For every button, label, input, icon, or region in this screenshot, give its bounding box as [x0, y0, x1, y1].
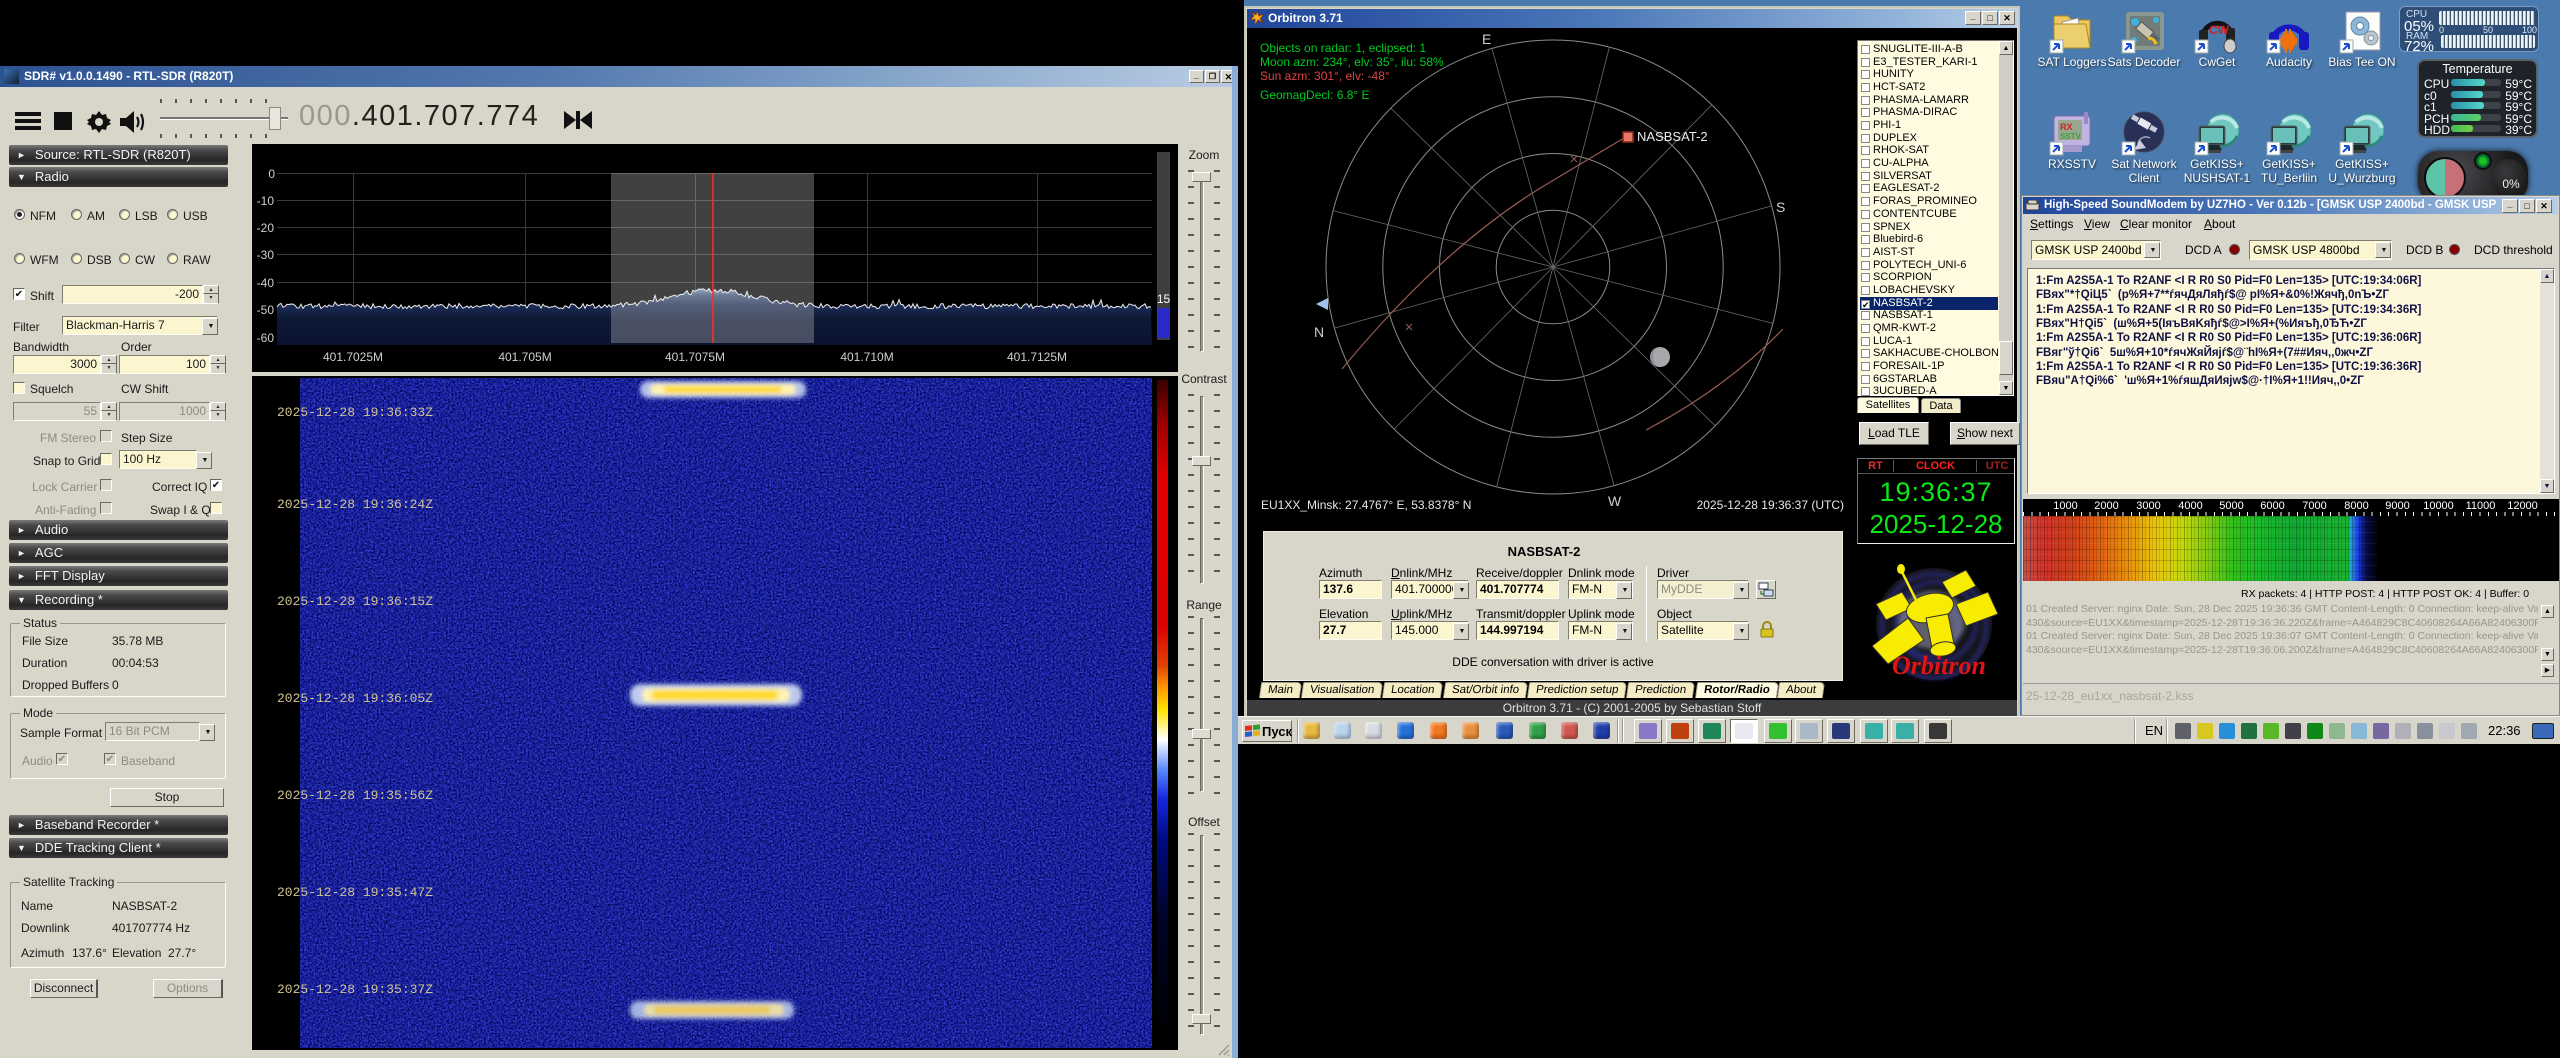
svg-text:Orbitron: Orbitron [1892, 651, 1986, 680]
svg-text:SSTV: SSTV [2060, 132, 2082, 141]
svg-text:CW: CW [2209, 23, 2230, 37]
svg-text:RX: RX [2060, 122, 2073, 132]
